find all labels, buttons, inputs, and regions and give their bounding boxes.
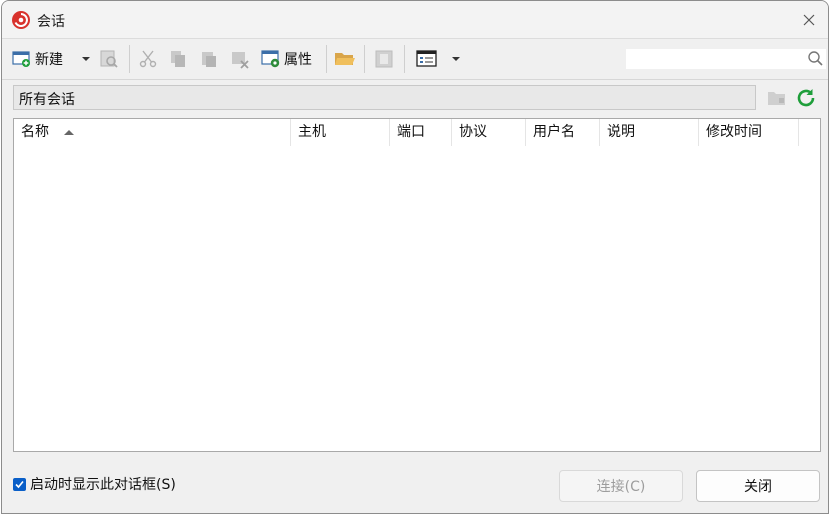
show-on-startup-checkbox[interactable] — [13, 477, 26, 491]
show-on-startup-toggle[interactable]: 启动时显示此对话框(S) — [13, 474, 176, 494]
copy-button[interactable] — [168, 47, 188, 71]
column-header-username[interactable]: 用户名 — [526, 119, 600, 146]
title-bar: 会话 — [2, 1, 828, 39]
sort-ascending-icon — [64, 130, 74, 135]
column-header-name[interactable]: 名称 — [14, 119, 291, 146]
session-list[interactable]: 名称 主机 端口 协议 用户名 说明 修改时间 — [13, 118, 821, 452]
column-header-port[interactable]: 端口 — [390, 119, 452, 146]
toolbar-separator — [364, 45, 365, 73]
toolbar-separator — [129, 45, 130, 73]
paste-button[interactable] — [199, 47, 219, 71]
paste-icon — [202, 52, 216, 67]
session-list-header: 名称 主机 端口 协议 用户名 说明 修改时间 — [14, 119, 820, 146]
new-session-label: 新建 — [35, 52, 63, 68]
refresh-button[interactable] — [795, 87, 817, 113]
cut-icon — [139, 50, 157, 68]
delete-button[interactable] — [230, 47, 250, 71]
column-header-modified-time[interactable]: 修改时间 — [699, 119, 799, 146]
bookmark-button[interactable] — [374, 47, 394, 71]
search-session-icon — [100, 50, 118, 68]
search-icon[interactable] — [807, 50, 824, 71]
toolbar-separator — [404, 45, 405, 73]
toolbar-separator — [326, 45, 327, 73]
cut-button[interactable] — [138, 47, 158, 71]
bookmark-icon — [375, 50, 393, 68]
properties-button[interactable]: 属性 — [261, 47, 312, 71]
chevron-down-icon — [82, 57, 90, 61]
delete-icon — [232, 52, 249, 69]
column-header-protocol[interactable]: 协议 — [452, 119, 526, 146]
refresh-icon — [797, 89, 815, 107]
column-header-description[interactable]: 说明 — [600, 119, 699, 146]
toolbar: 新建 属性 — [2, 39, 828, 80]
column-header-host[interactable]: 主机 — [291, 119, 390, 146]
view-mode-button[interactable] — [416, 47, 438, 71]
path-text: 所有会话 — [19, 92, 75, 108]
folder-icon — [768, 92, 785, 105]
checkmark-icon — [15, 480, 24, 488]
chevron-down-icon — [452, 57, 460, 61]
properties-icon — [261, 50, 280, 68]
new-folder-button[interactable] — [767, 89, 787, 111]
new-session-button[interactable]: 新建 — [12, 47, 63, 71]
session-path-bar: 所有会话 — [13, 85, 756, 110]
open-folder-button[interactable] — [334, 47, 356, 71]
folder-open-icon — [335, 53, 355, 65]
connect-button[interactable]: 连接(C) — [559, 470, 683, 502]
new-session-icon — [12, 51, 30, 67]
search-input[interactable] — [626, 49, 826, 69]
view-list-icon — [416, 50, 437, 67]
close-button[interactable]: 关闭 — [696, 470, 820, 502]
sessions-dialog: 会话 新建 属性 所有会话 名称 主机 端口 协议 用户名 说明 修改时间 启动… — [1, 0, 829, 514]
show-on-startup-label: 启动时显示此对话框(S) — [30, 477, 176, 493]
new-dropdown-button[interactable] — [81, 47, 91, 71]
close-window-button[interactable] — [790, 1, 828, 38]
app-logo-icon — [11, 10, 31, 30]
find-session-button[interactable] — [99, 47, 119, 71]
copy-icon — [171, 51, 185, 67]
window-title: 会话 — [37, 14, 65, 30]
close-icon — [803, 14, 815, 25]
view-mode-dropdown-button[interactable] — [451, 47, 461, 71]
properties-label: 属性 — [284, 52, 312, 68]
